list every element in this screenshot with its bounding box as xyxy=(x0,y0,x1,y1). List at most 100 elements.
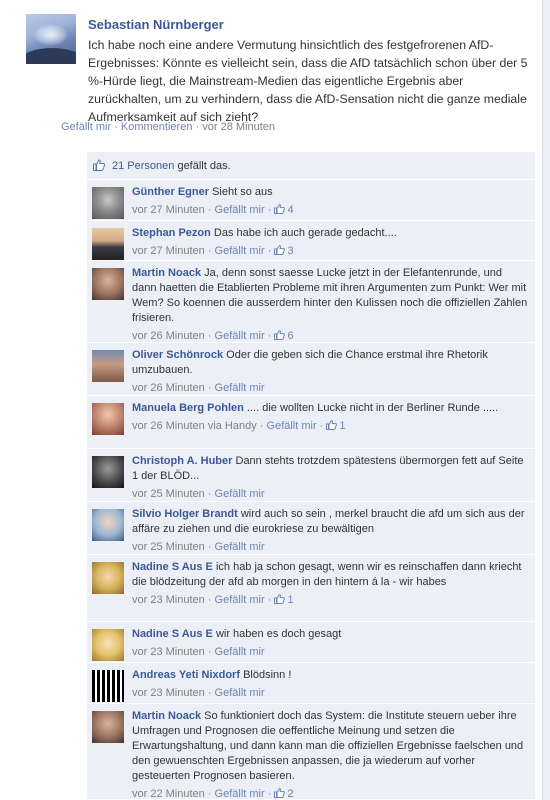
comment-meta: vor 25 Minuten · Gefällt mir xyxy=(132,541,265,553)
thumbs-up-icon xyxy=(326,420,338,430)
comment-like-link[interactable]: Gefällt mir xyxy=(215,788,265,800)
comment-meta: vor 23 Minuten · Gefällt mir · 1 xyxy=(132,594,294,606)
comment-timestamp[interactable]: vor 23 Minuten xyxy=(132,646,205,658)
comment-timestamp[interactable]: vor 27 Minuten xyxy=(132,204,205,216)
likes-count-link[interactable]: 21 Personen xyxy=(112,160,174,172)
comment-timestamp[interactable]: vor 25 Minuten xyxy=(132,541,205,553)
comment-meta: vor 26 Minuten · Gefällt mir xyxy=(132,382,265,394)
commenter-avatar[interactable] xyxy=(92,456,124,488)
comment-like-count[interactable]: 2 xyxy=(274,788,294,800)
comment-like-link[interactable]: Gefällt mir xyxy=(215,382,265,394)
comment-item: Manuela Berg Pohlen .... die wollten Luc… xyxy=(87,396,535,449)
commenter-avatar[interactable] xyxy=(92,509,124,541)
commenter-avatar[interactable] xyxy=(92,187,124,219)
comment-meta: vor 26 Minuten · Gefällt mir · 6 xyxy=(132,330,294,342)
comment-item: Nadine S Aus E wir haben es doch gesagt … xyxy=(87,622,535,663)
post-text: Ich habe noch eine andere Vermutung hins… xyxy=(88,38,528,124)
comment-timestamp[interactable]: vor 23 Minuten xyxy=(132,687,205,699)
thumbs-up-icon xyxy=(274,245,286,255)
comment-item: Christoph A. Huber Dann stehts trotzdem … xyxy=(87,449,535,502)
thumbs-up-icon xyxy=(274,594,286,604)
comment-like-link[interactable]: Gefällt mir xyxy=(215,646,265,658)
comment-item: Stephan Pezon Das habe ich auch gerade g… xyxy=(87,221,535,261)
post-author-name[interactable]: Sebastian Nürnberger xyxy=(88,17,536,33)
comment-author[interactable]: Martin Noack xyxy=(132,267,201,279)
comment-like-link[interactable]: Gefällt mir xyxy=(215,687,265,699)
comment-timestamp[interactable]: vor 26 Minuten via Handy xyxy=(132,420,257,432)
post-comment-link[interactable]: Kommentieren xyxy=(121,121,193,133)
comment-timestamp[interactable]: vor 23 Minuten xyxy=(132,594,205,606)
meta-separator: · xyxy=(192,121,203,133)
post-like-link[interactable]: Gefällt mir xyxy=(61,121,111,133)
comment-meta: vor 26 Minuten via Handy · Gefällt mir ·… xyxy=(132,420,346,432)
comment-like-count[interactable]: 1 xyxy=(326,420,346,432)
comment-text: wir haben es doch gesagt xyxy=(215,628,342,640)
commenter-avatar[interactable] xyxy=(92,562,124,594)
comment-like-link[interactable]: Gefällt mir xyxy=(267,420,317,432)
comment-item: Nadine S Aus E ich hab ja schon gesagt, … xyxy=(87,555,535,622)
commenter-avatar[interactable] xyxy=(92,350,124,382)
post-timestamp[interactable]: vor 28 Minuten xyxy=(202,121,275,133)
comment-meta: vor 22 Minuten · Gefällt mir · 2 xyxy=(132,788,294,800)
comment-text: Blödsinn ! xyxy=(243,669,292,681)
commenter-avatar[interactable] xyxy=(92,670,124,702)
comment-text: Sieht so aus xyxy=(212,186,273,198)
comment-author[interactable]: Andreas Yeti Nixdorf xyxy=(132,669,240,681)
comment-like-link[interactable]: Gefällt mir xyxy=(215,245,265,257)
comment-author[interactable]: Günther Egner xyxy=(132,186,209,198)
comment-timestamp[interactable]: vor 26 Minuten xyxy=(132,330,205,342)
comment-meta: vor 27 Minuten · Gefällt mir · 4 xyxy=(132,204,294,216)
comment-author[interactable]: Martin Noack xyxy=(132,710,201,722)
meta-separator: · xyxy=(111,121,121,133)
comment-meta: vor 25 Minuten · Gefällt mir xyxy=(132,488,265,500)
like-count-value: 6 xyxy=(287,330,294,342)
comment-meta: vor 23 Minuten · Gefällt mir xyxy=(132,687,265,699)
comment-section: 21 Personen gefällt das. Günther Egner S… xyxy=(87,152,535,800)
comment-author[interactable]: Stephan Pezon xyxy=(132,227,211,239)
like-count-value: 1 xyxy=(287,594,294,606)
comment-like-link[interactable]: Gefällt mir xyxy=(215,488,265,500)
comment-author[interactable]: Christoph A. Huber xyxy=(132,455,232,467)
comment-timestamp[interactable]: vor 22 Minuten xyxy=(132,788,205,800)
comment-text: .... die wollten Lucke nicht in der Berl… xyxy=(246,402,499,414)
commenter-avatar[interactable] xyxy=(92,403,124,435)
comment-timestamp[interactable]: vor 25 Minuten xyxy=(132,488,205,500)
thumbs-up-icon xyxy=(93,159,105,171)
comment-like-link[interactable]: Gefällt mir xyxy=(215,594,265,606)
comment-like-link[interactable]: Gefällt mir xyxy=(215,330,265,342)
comment-timestamp[interactable]: vor 27 Minuten xyxy=(132,245,205,257)
comment-like-count[interactable]: 3 xyxy=(274,245,294,257)
likes-suffix: gefällt das. xyxy=(174,160,231,172)
thumbs-up-icon xyxy=(274,330,286,340)
thumbs-up-icon xyxy=(274,788,286,798)
comment-author[interactable]: Silvio Holger Brandt xyxy=(132,508,238,520)
comment-author[interactable]: Nadine S Aus E xyxy=(132,561,213,573)
commenter-avatar[interactable] xyxy=(92,629,124,661)
comment-timestamp[interactable]: vor 26 Minuten xyxy=(132,382,205,394)
comment-meta: vor 23 Minuten · Gefällt mir xyxy=(132,646,265,658)
commenter-avatar[interactable] xyxy=(92,268,124,300)
comment-like-link[interactable]: Gefällt mir xyxy=(215,541,265,553)
post-author-avatar[interactable] xyxy=(26,14,76,64)
comment-like-count[interactable]: 6 xyxy=(274,330,294,342)
comment-item: Oliver Schönrock Oder die geben sich die… xyxy=(87,343,535,396)
comment-author[interactable]: Manuela Berg Pohlen xyxy=(132,402,244,414)
thumbs-up-icon xyxy=(274,204,286,214)
comment-item: Andreas Yeti Nixdorf Blödsinn ! vor 23 M… xyxy=(87,663,535,704)
comment-text: Das habe ich auch gerade gedacht.... xyxy=(213,227,397,239)
like-count-value: 3 xyxy=(287,245,294,257)
comment-item: Martin Noack Ja, denn sonst saesse Lucke… xyxy=(87,261,535,343)
comment-item: Silvio Holger Brandt wird auch so sein ,… xyxy=(87,502,535,555)
comment-item: Martin Noack So funktioniert doch das Sy… xyxy=(87,704,535,800)
comment-like-link[interactable]: Gefällt mir xyxy=(215,204,265,216)
right-scroll-edge xyxy=(542,0,550,800)
comment-author[interactable]: Oliver Schönrock xyxy=(132,349,223,361)
like-count-value: 4 xyxy=(287,204,294,216)
comment-item: Günther Egner Sieht so aus vor 27 Minute… xyxy=(87,180,535,221)
comment-like-count[interactable]: 1 xyxy=(274,594,294,606)
comment-like-count[interactable]: 4 xyxy=(274,204,294,216)
commenter-avatar[interactable] xyxy=(92,228,124,260)
commenter-avatar[interactable] xyxy=(92,711,124,743)
comment-author[interactable]: Nadine S Aus E xyxy=(132,628,213,640)
like-count-value: 2 xyxy=(287,788,294,800)
